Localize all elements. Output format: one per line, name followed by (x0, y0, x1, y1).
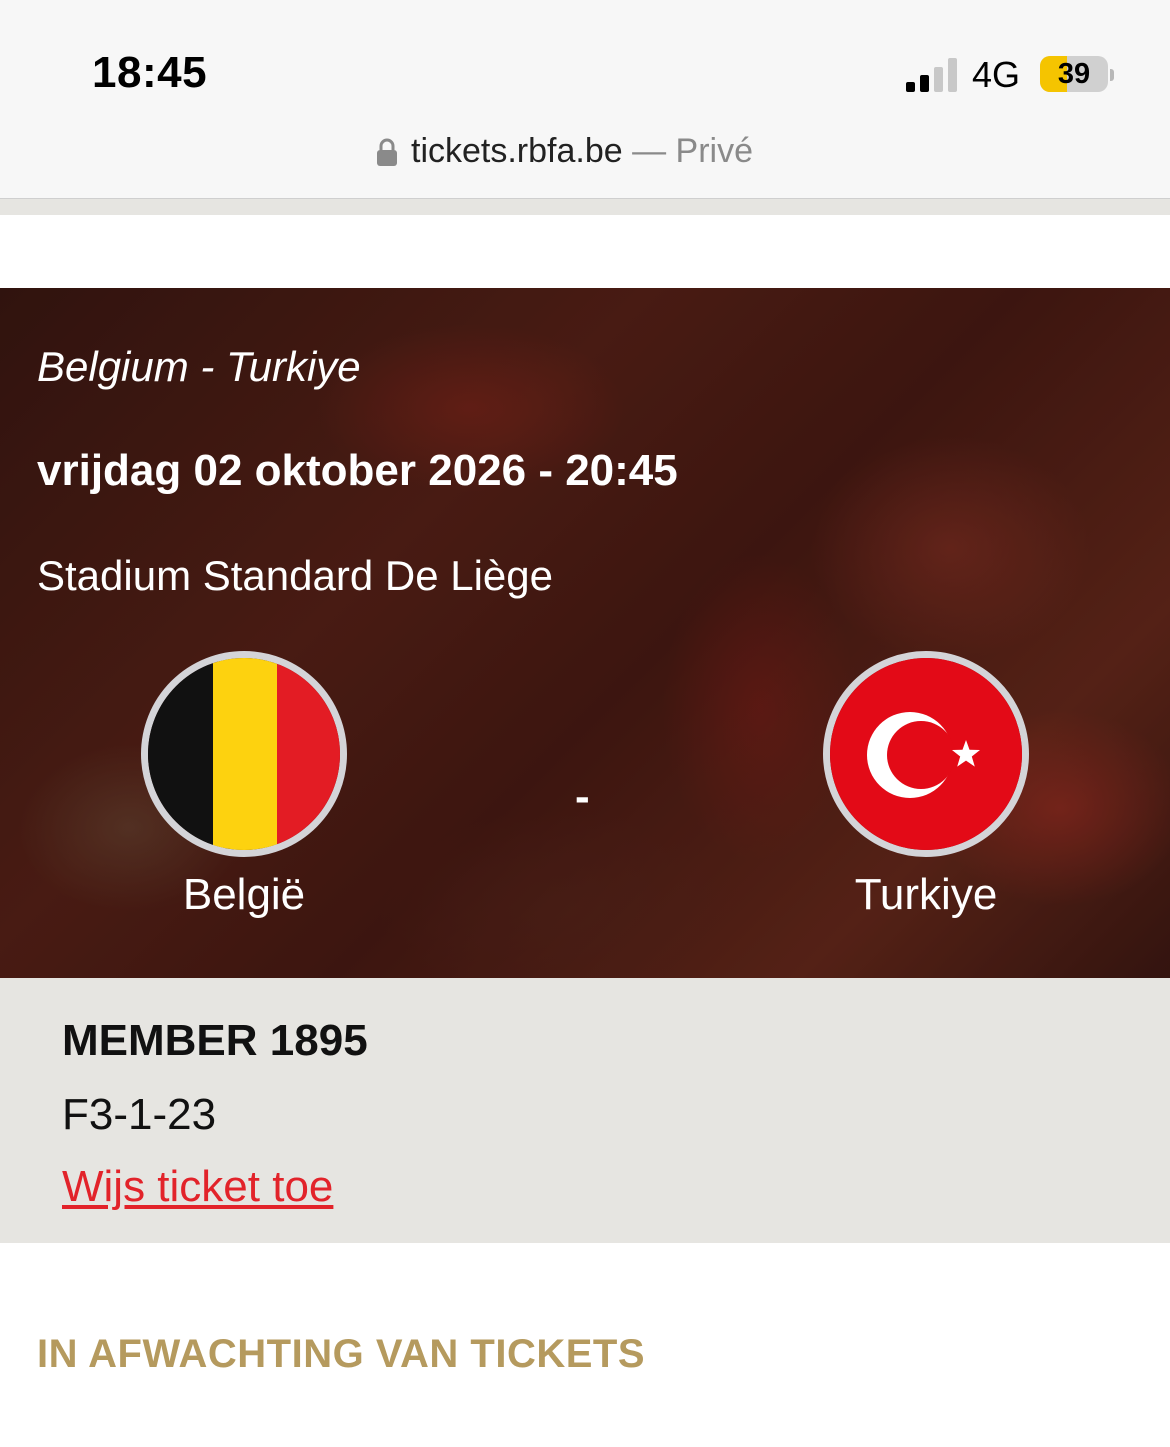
ticket-type: MEMBER 1895 (62, 1016, 368, 1065)
pending-tickets-heading: IN AFWACHTING VAN TICKETS (37, 1332, 646, 1376)
turkey-flag-icon (823, 651, 1029, 857)
match-separator: - (575, 772, 590, 821)
home-team-name: België (182, 870, 306, 919)
flag-stripe-red (276, 658, 340, 850)
flag-stripe-black (148, 658, 214, 850)
battery-percent: 39 (1057, 58, 1091, 90)
network-type: 4G (972, 54, 1021, 95)
flag-stripe-yellow (213, 658, 277, 850)
crescent-star-icon (867, 712, 980, 798)
match-venue: Stadium Standard De Liège (37, 552, 553, 599)
ticket-card: MEMBER 1895 F3-1-23 Wijs ticket toe (0, 978, 1170, 1243)
url-private-label: — Privé (622, 132, 754, 170)
cellular-signal-icon (906, 58, 957, 92)
clock: 18:45 (92, 48, 208, 97)
lock-icon (377, 138, 397, 166)
match-date: vrijdag 02 oktober 2026 - 20:45 (37, 446, 678, 495)
battery-tip (1110, 69, 1114, 81)
match-banner: Belgium - Turkiye vrijdag 02 oktober 202… (0, 288, 1170, 978)
away-team-name: Turkiye (854, 870, 998, 919)
url-text[interactable]: tickets.rbfa.be — Privé (411, 132, 753, 171)
belgium-flag-icon (141, 651, 347, 857)
seat-number: F3-1-23 (62, 1090, 217, 1139)
battery-icon: 39 (1040, 56, 1108, 92)
divider-band (0, 199, 1170, 215)
match-name: Belgium - Turkiye (37, 343, 361, 390)
address-bar[interactable]: tickets.rbfa.be — Privé (0, 120, 1170, 199)
status-bar: 18:45 4G 39 (0, 0, 1170, 120)
assign-ticket-link[interactable]: Wijs ticket toe (62, 1162, 333, 1212)
url-domain: tickets.rbfa.be (411, 132, 623, 170)
